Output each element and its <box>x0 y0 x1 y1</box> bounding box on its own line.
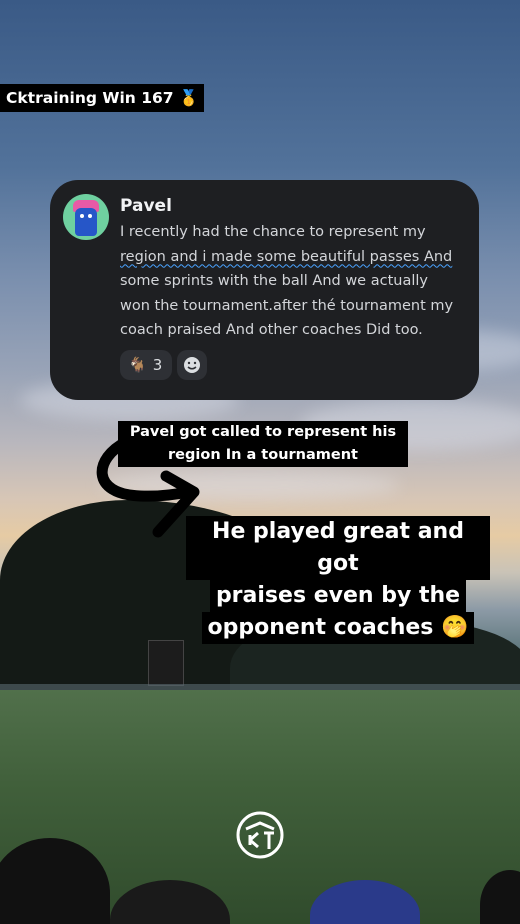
goat-reaction-button[interactable]: 🐐 3 <box>120 350 172 380</box>
scoreboard <box>148 640 184 686</box>
caption-line: opponent coaches 🤭 <box>201 612 475 644</box>
caption-line: He played great and got <box>186 516 490 580</box>
message-text: I recently had the chance to represent m… <box>120 220 465 343</box>
avatar[interactable] <box>63 194 109 240</box>
chat-message-card: Pavel I recently had the chance to repre… <box>50 180 479 400</box>
caption-line: praises even by the <box>209 580 467 612</box>
message-line: won the tournament.after thé tournament … <box>120 297 454 314</box>
caption-praises: He played great and got praises even by … <box>186 516 490 644</box>
message-line: coach praised And other coaches Did too. <box>120 322 423 338</box>
underlined-text: region and i made some beautiful passes … <box>120 248 453 265</box>
reaction-count: 3 <box>152 356 163 374</box>
add-reaction-button[interactable] <box>177 350 207 380</box>
brand-logo-icon <box>236 811 284 859</box>
message-line: region and i made some beautiful passes … <box>120 245 465 270</box>
message-username[interactable]: Pavel <box>120 196 172 216</box>
smiley-add-icon <box>184 357 200 373</box>
message-line: some sprints with the ball And we actual… <box>120 273 428 289</box>
goat-emoji-icon: 🐐 <box>128 356 147 374</box>
win-title-tag: Cktraining Win 167 🥇 <box>0 84 205 112</box>
message-line: I recently had the chance to represent m… <box>120 224 426 240</box>
